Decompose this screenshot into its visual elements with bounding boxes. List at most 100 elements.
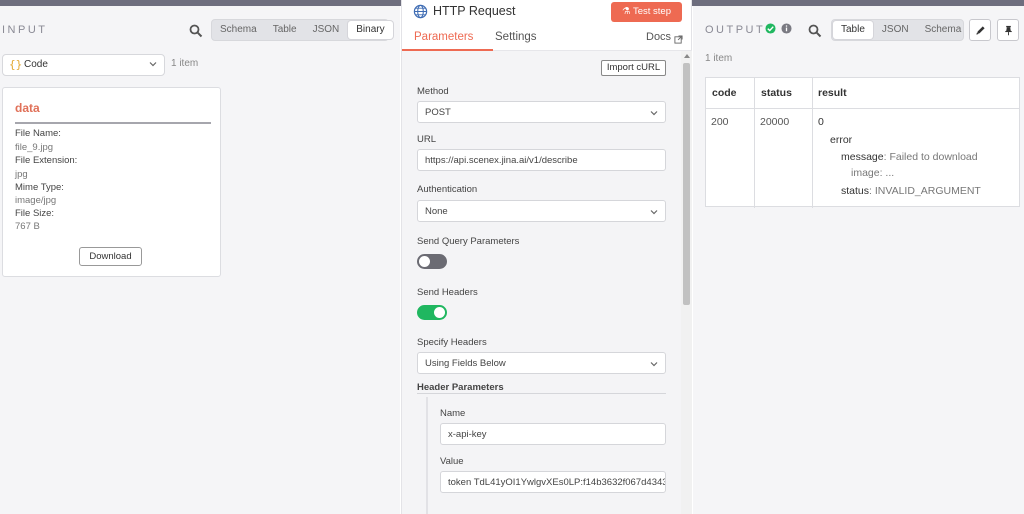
method-value: POST bbox=[425, 107, 451, 118]
scroll-up-arrow[interactable] bbox=[684, 54, 690, 58]
authentication-label: Authentication bbox=[417, 184, 478, 195]
result-status: status: INVALID_ARGUMENT bbox=[841, 185, 981, 197]
tab-settings[interactable]: Settings bbox=[495, 31, 537, 43]
tab-json[interactable]: JSON bbox=[874, 20, 917, 40]
file-size-value: 767 B bbox=[15, 221, 40, 232]
input-mode-value: Code bbox=[24, 59, 48, 70]
binary-card-title: data bbox=[15, 101, 40, 115]
specify-headers-label: Specify Headers bbox=[417, 337, 487, 348]
tab-table[interactable]: Table bbox=[265, 20, 305, 40]
output-table: code status result 200 20000 0 error mes… bbox=[705, 77, 1020, 208]
file-extension-label: File Extension: bbox=[15, 155, 78, 166]
chevron-down-icon bbox=[650, 111, 658, 116]
result-error-key: error bbox=[830, 134, 853, 146]
output-item-count: 1 item bbox=[705, 53, 733, 64]
output-view-tabs: Table JSON Schema bbox=[831, 19, 964, 41]
search-icon[interactable] bbox=[808, 24, 822, 38]
specify-headers-select[interactable]: Using Fields Below bbox=[417, 352, 666, 374]
header-name-input[interactable]: x-api-key bbox=[440, 423, 666, 445]
code-braces-icon: {} bbox=[9, 58, 23, 71]
status-value: : INVALID_ARGUMENT bbox=[869, 185, 981, 197]
cell-status: 20000 bbox=[760, 116, 790, 128]
form-scrollbar[interactable] bbox=[681, 51, 692, 514]
cell-code: 200 bbox=[711, 116, 729, 128]
search-icon[interactable] bbox=[189, 24, 203, 38]
scrollbar-thumb[interactable] bbox=[683, 63, 690, 305]
file-name-label: File Name: bbox=[15, 128, 61, 139]
input-panel: INPUT Schema Table JSON Binary {} Code 1… bbox=[0, 6, 400, 514]
header-parameters-label: Header Parameters bbox=[417, 382, 504, 393]
file-name-value: file_9.jpg bbox=[15, 142, 54, 153]
status-key: status bbox=[841, 185, 870, 197]
docs-link[interactable]: Docs bbox=[646, 31, 671, 43]
mime-type-label: Mime Type: bbox=[15, 182, 64, 193]
tab-schema[interactable]: Schema bbox=[917, 20, 970, 40]
chevron-down-icon bbox=[149, 62, 157, 67]
header-name-value: x-api-key bbox=[448, 429, 487, 440]
column-divider bbox=[754, 78, 755, 208]
url-input[interactable]: https://api.scenex.jina.ai/v1/describe bbox=[417, 149, 666, 171]
node-title: HTTP Request bbox=[433, 4, 516, 18]
tab-parameters[interactable]: Parameters bbox=[414, 31, 473, 43]
tab-table[interactable]: Table bbox=[833, 21, 873, 39]
file-extension-value: jpg bbox=[15, 169, 28, 180]
method-select[interactable]: POST bbox=[417, 101, 666, 123]
send-query-label: Send Query Parameters bbox=[417, 236, 520, 247]
info-icon[interactable] bbox=[781, 23, 792, 34]
column-header-code: code bbox=[712, 87, 737, 99]
mime-type-value: image/jpg bbox=[15, 195, 57, 206]
card-divider bbox=[15, 122, 211, 124]
pin-icon bbox=[1005, 25, 1012, 36]
column-divider bbox=[812, 78, 813, 208]
input-view-tabs: Schema Table JSON Binary bbox=[211, 19, 393, 41]
pin-output-button[interactable] bbox=[997, 19, 1019, 41]
tab-schema[interactable]: Schema bbox=[212, 20, 265, 40]
file-size-label: File Size: bbox=[15, 208, 55, 219]
download-button[interactable]: Download bbox=[79, 247, 142, 266]
authentication-select[interactable]: None bbox=[417, 200, 666, 222]
send-headers-toggle[interactable] bbox=[417, 305, 447, 320]
header-value-label: Value bbox=[440, 456, 464, 467]
authentication-value: None bbox=[425, 206, 448, 217]
method-label: Method bbox=[417, 86, 449, 97]
external-link-icon[interactable] bbox=[674, 35, 683, 44]
tab-json[interactable]: JSON bbox=[305, 20, 348, 40]
toggle-knob bbox=[434, 307, 445, 318]
input-mode-select[interactable]: {} Code bbox=[2, 54, 165, 76]
success-check-icon bbox=[765, 23, 776, 34]
input-item-count: 1 item bbox=[171, 58, 199, 69]
tab-binary[interactable]: Binary bbox=[348, 21, 393, 39]
column-header-status: status bbox=[761, 87, 792, 99]
pencil-icon bbox=[976, 26, 985, 35]
input-panel-label: INPUT bbox=[2, 24, 48, 36]
import-curl-button[interactable]: Import cURL bbox=[601, 60, 666, 76]
send-headers-label: Send Headers bbox=[417, 287, 478, 298]
binary-data-card: data File Name: file_9.jpg File Extensio… bbox=[2, 87, 221, 277]
message-key: message bbox=[841, 151, 884, 163]
edit-output-button[interactable] bbox=[969, 19, 991, 41]
globe-icon bbox=[413, 4, 428, 19]
nested-indent-bar bbox=[426, 397, 428, 514]
test-step-label: Test step bbox=[632, 6, 672, 17]
send-query-toggle[interactable] bbox=[417, 254, 447, 269]
output-panel-label: OUTPUT bbox=[705, 24, 766, 36]
message-continuation: image: ... bbox=[851, 167, 895, 179]
result-index: 0 bbox=[818, 116, 824, 128]
header-value-input[interactable]: token TdL41yOI1YwlgvXEs0LP:f14b3632f067d… bbox=[440, 471, 666, 493]
url-label: URL bbox=[417, 134, 437, 145]
message-value: : Failed to download bbox=[883, 151, 978, 163]
test-step-button[interactable]: ⚗ Test step bbox=[611, 2, 682, 22]
parameters-form: Import cURL Method POST URL https://api.… bbox=[402, 51, 681, 514]
flask-icon: ⚗ bbox=[621, 6, 631, 17]
toggle-knob bbox=[419, 256, 430, 267]
header-divider bbox=[706, 108, 1019, 109]
header-parameters-divider bbox=[417, 393, 666, 394]
header-name-label: Name bbox=[440, 408, 466, 419]
chevron-down-icon bbox=[650, 362, 658, 367]
result-message: message: Failed to download bbox=[841, 151, 978, 163]
header-value-value: token TdL41yOI1YwlgvXEs0LP:f14b3632f067d… bbox=[448, 477, 665, 488]
output-panel: OUTPUT Table JSON Schema 1 item code sta… bbox=[693, 6, 1024, 514]
column-header-result: result bbox=[818, 87, 847, 99]
url-value: https://api.scenex.jina.ai/v1/describe bbox=[425, 155, 578, 166]
chevron-down-icon bbox=[650, 210, 658, 215]
